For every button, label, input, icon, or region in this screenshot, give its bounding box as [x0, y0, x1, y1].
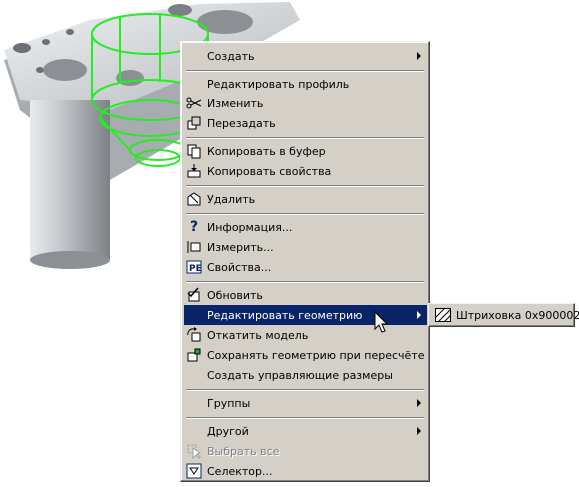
menu-item-label: Селектор...: [207, 464, 273, 478]
menu-item-copy-properties[interactable]: Копировать свойства: [184, 161, 427, 181]
menu-item-label: Копировать в буфер: [207, 144, 326, 158]
submenu-arrow-icon: [417, 311, 421, 319]
menu-separator: [186, 389, 424, 391]
submenu-item-hatch[interactable]: Штриховка 0x900002B: [456, 309, 579, 322]
menu-separator: [186, 281, 424, 283]
copy-properties-icon: [184, 161, 204, 181]
blank-icon: [184, 421, 204, 441]
submenu-arrow-icon: [417, 52, 421, 60]
menu-item-label: Редактировать геометрию: [207, 308, 363, 322]
hole: [43, 59, 87, 81]
context-menu: Создать Редактировать профиль Изменить П…: [180, 41, 430, 482]
menu-item-label: Создать управляющие размеры: [207, 368, 393, 382]
rollback-icon: [184, 325, 204, 345]
menu-item-label: Свойства...: [207, 260, 272, 274]
menu-item-edit-profile[interactable]: Редактировать профиль: [184, 74, 427, 94]
menu-separator: [186, 213, 424, 215]
menu-item-label: Группы: [207, 396, 251, 410]
hole: [36, 67, 44, 73]
scissors-icon: [184, 93, 204, 113]
cylinder: [30, 100, 110, 260]
hole: [168, 4, 192, 16]
menu-item-label: Копировать свойства: [207, 164, 332, 178]
menu-item-information[interactable]: ? Информация...: [184, 217, 427, 237]
menu-item-measure[interactable]: Измерить...: [184, 237, 427, 257]
submenu-arrow-icon: [417, 399, 421, 407]
blank-icon: [184, 46, 204, 66]
menu-item-label: Перезадать: [207, 116, 276, 130]
menu-item-rollback-model[interactable]: Откатить модель: [184, 325, 427, 345]
menu-item-keep-geometry[interactable]: Сохранять геометрию при пересчёте: [184, 345, 427, 365]
blank-icon: [184, 74, 204, 94]
menu-item-label: Сохранять геометрию при пересчёте: [207, 348, 425, 362]
menu-item-select-all[interactable]: Выбрать все: [184, 441, 427, 461]
menu-item-delete[interactable]: Удалить: [184, 189, 427, 209]
menu-item-label: Обновить: [207, 288, 263, 302]
question-icon: ?: [189, 219, 199, 235]
menu-item-create-driving-dimensions[interactable]: Создать управляющие размеры: [184, 365, 427, 385]
hole: [42, 39, 50, 45]
menu-item-redefine[interactable]: Перезадать: [184, 113, 427, 133]
menu-item-groups[interactable]: Группы: [184, 393, 427, 413]
menu-separator: [186, 70, 424, 72]
menu-item-update[interactable]: Обновить: [184, 285, 427, 305]
keep-geometry-icon: [184, 345, 204, 365]
menu-item-label: Редактировать профиль: [207, 77, 350, 91]
menu-item-label: Информация...: [207, 220, 293, 234]
menu-item-label: Измерить...: [207, 240, 274, 254]
menu-item-label: Другой: [207, 424, 249, 438]
menu-item-edit-geometry[interactable]: Редактировать геометрию: [184, 305, 427, 325]
update-icon: [184, 285, 204, 305]
cylinder-base: [30, 251, 110, 269]
menu-item-label: Выбрать все: [207, 444, 280, 458]
select-all-icon: [184, 441, 204, 461]
blank-icon: [184, 305, 204, 325]
menu-separator: [186, 137, 424, 139]
hole: [197, 10, 253, 34]
measure-icon: [184, 237, 204, 257]
menu-item-copy-clipboard[interactable]: Копировать в буфер: [184, 141, 427, 161]
menu-item-properties[interactable]: PE Свойства...: [184, 257, 427, 277]
delete-icon: [184, 189, 204, 209]
svg-text:PE: PE: [189, 264, 202, 274]
selector-icon: [184, 461, 204, 481]
hole: [13, 43, 31, 53]
edit-geometry-submenu: Штриховка 0x900002B: [428, 303, 579, 327]
menu-item-label: Откатить модель: [207, 328, 309, 342]
mouse-cursor-icon: [374, 311, 389, 333]
submenu-arrow-icon: [417, 427, 421, 435]
menu-separator: [186, 417, 424, 419]
blank-icon: [184, 393, 204, 413]
menu-item-label: Изменить: [207, 96, 264, 110]
menu-item-selector[interactable]: Селектор...: [184, 461, 427, 481]
hatch-icon: [434, 307, 452, 323]
menu-item-label: Удалить: [207, 192, 256, 206]
menu-separator: [186, 185, 424, 187]
copy-clipboard-icon: [184, 141, 204, 161]
menu-item-label: Создать: [207, 49, 255, 63]
menu-item-other[interactable]: Другой: [184, 421, 427, 441]
blank-icon: [184, 365, 204, 385]
menu-item-create[interactable]: Создать: [184, 46, 427, 66]
hole: [66, 29, 74, 35]
properties-icon: PE: [184, 257, 204, 277]
redefine-icon: [184, 113, 204, 133]
menu-item-modify[interactable]: Изменить: [184, 93, 427, 113]
